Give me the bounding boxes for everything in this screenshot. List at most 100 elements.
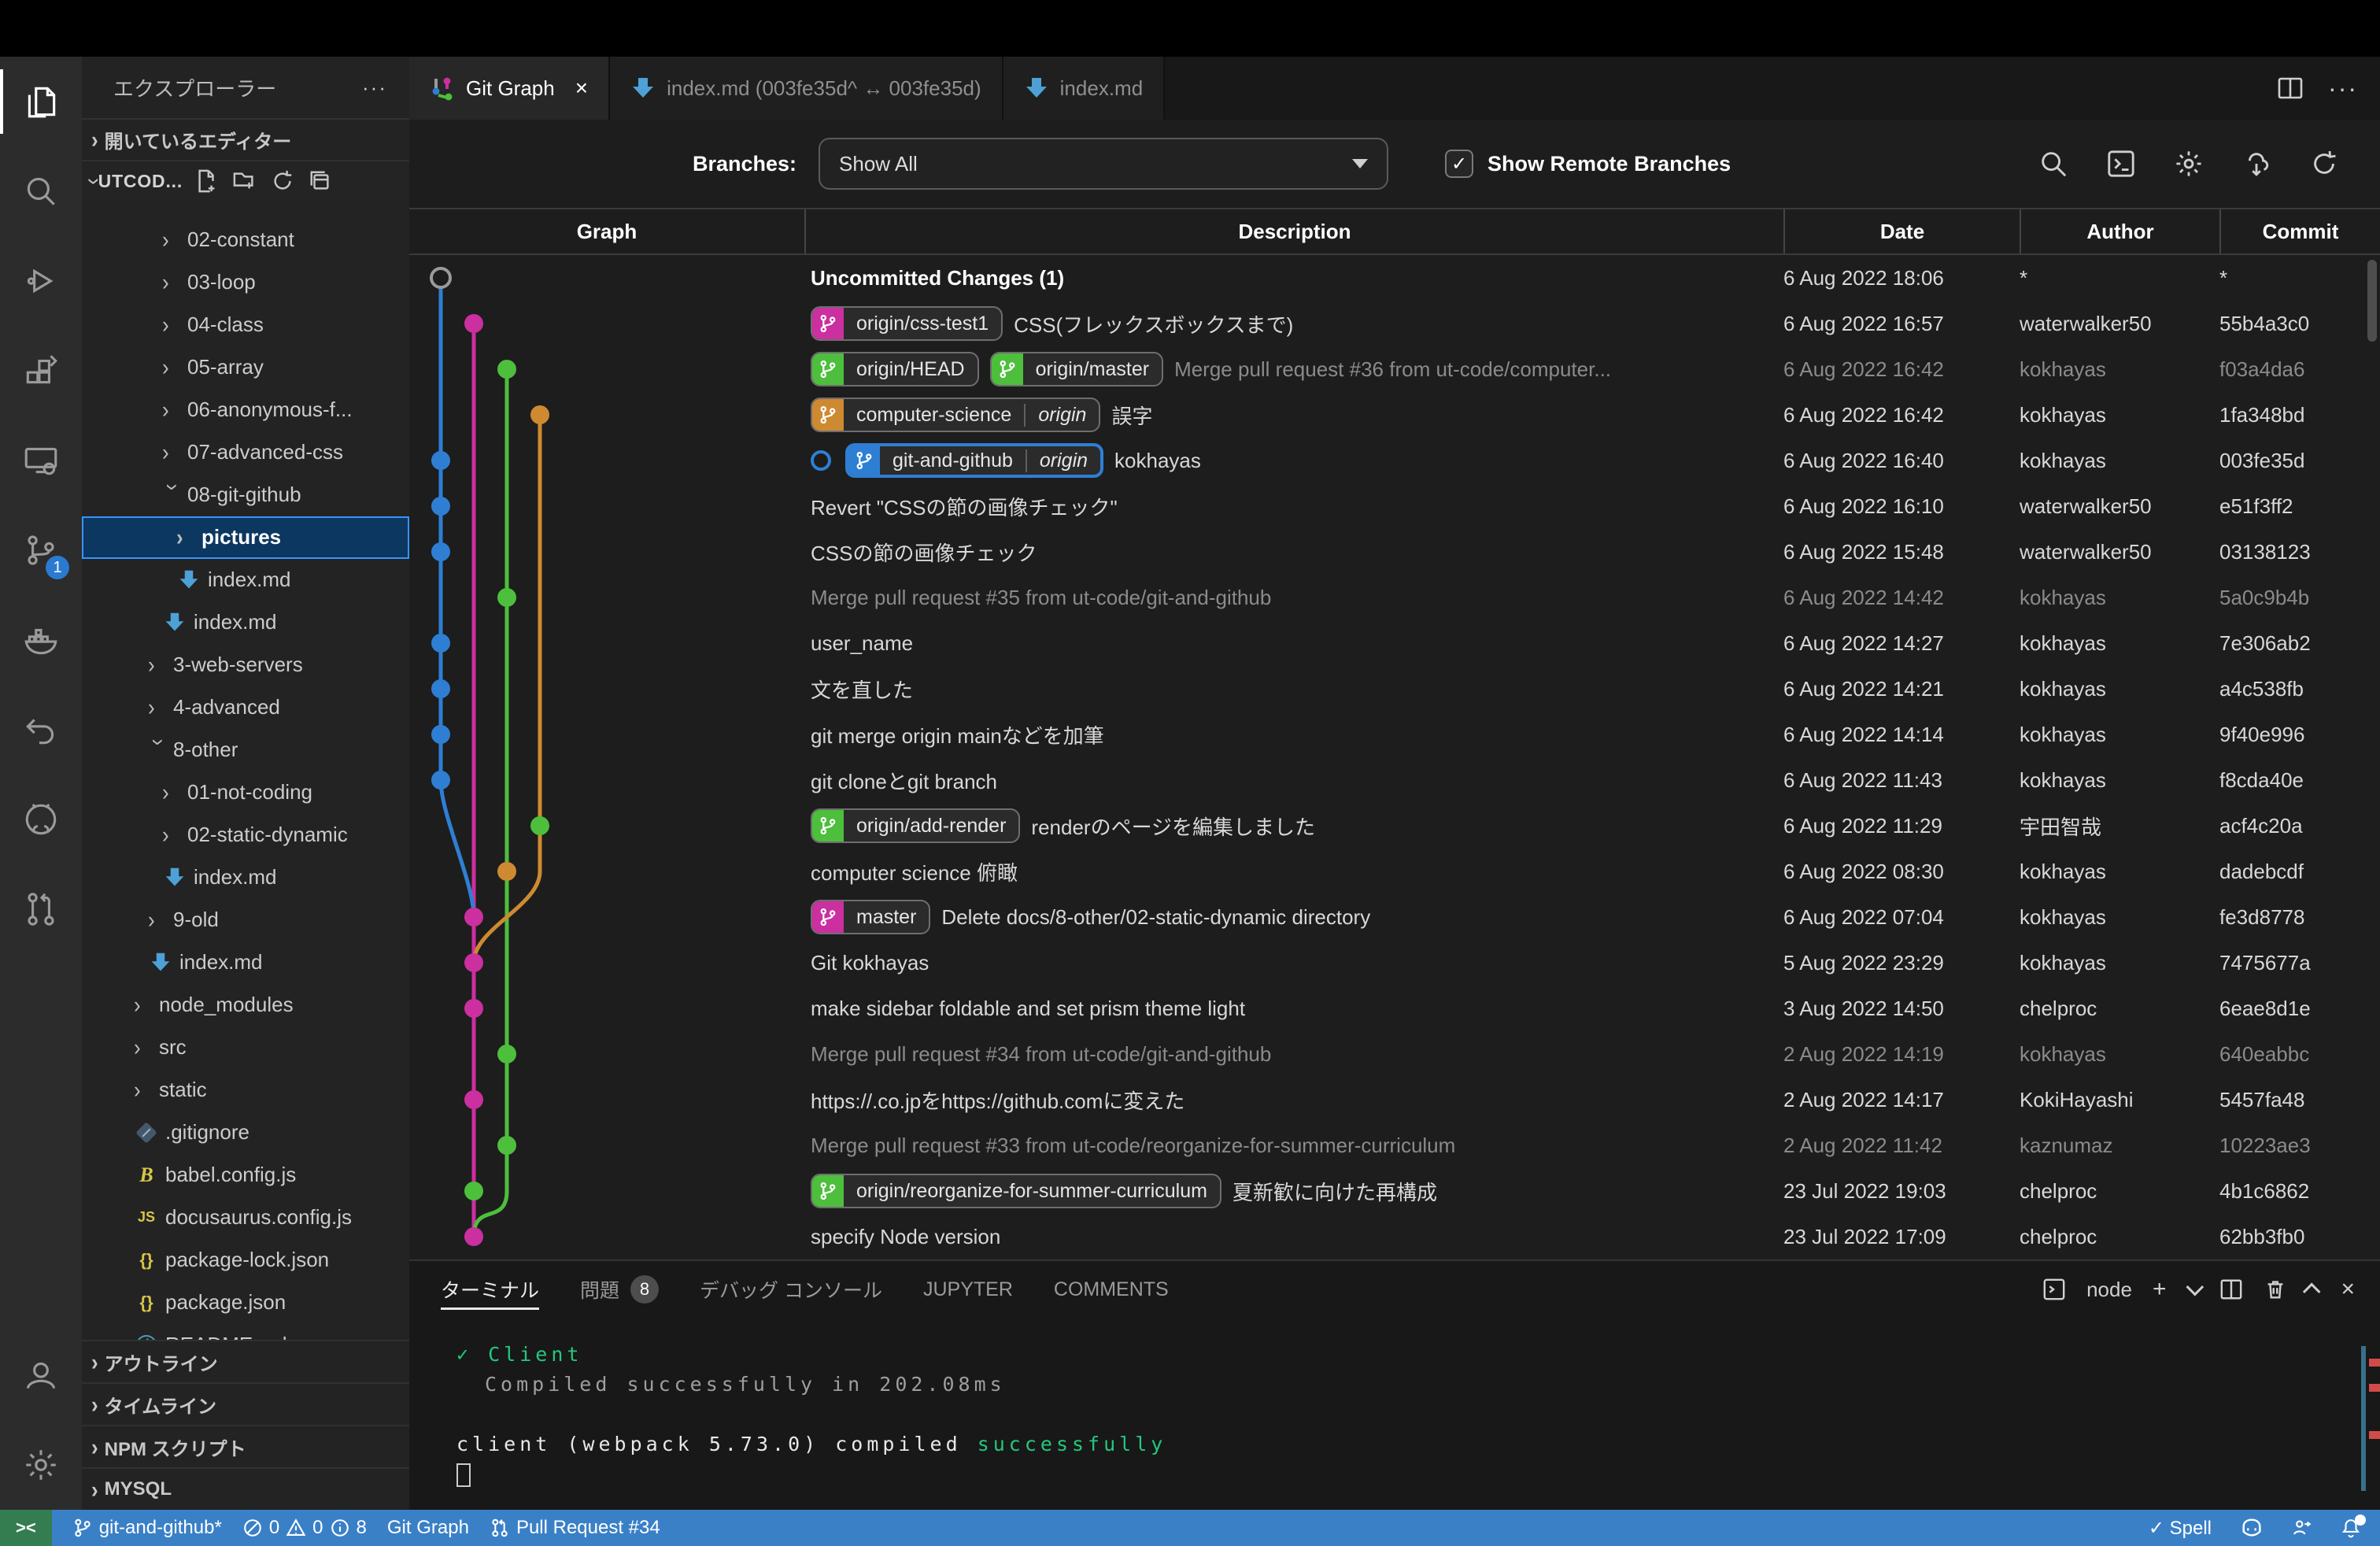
panel-tab-JUPYTER[interactable]: JUPYTER [923, 1261, 1013, 1318]
tree-item-05-array[interactable]: ›05-array [82, 346, 409, 389]
tree-item-index-md[interactable]: index.md [82, 941, 409, 984]
workspace-section-header[interactable]: › UTCOD... [82, 160, 409, 202]
column-header-graph[interactable]: Graph [409, 209, 804, 253]
extensions-activity-item[interactable] [0, 326, 82, 416]
panel-tab-デバッグ-コンソール[interactable]: デバッグ コンソール [700, 1261, 882, 1318]
kill-terminal-icon[interactable] [2264, 1278, 2287, 1301]
column-header-author[interactable]: Author [2020, 209, 2219, 253]
feedback-status-item[interactable] [2292, 1518, 2312, 1538]
shell-label[interactable]: node [2086, 1278, 2132, 1302]
npm-scripts-section[interactable]: ›NPM スクリプト [82, 1425, 409, 1467]
run-debug-activity-item[interactable] [0, 236, 82, 326]
new-folder-icon[interactable] [233, 169, 257, 193]
branch-label[interactable]: git-and-githuborigin [845, 443, 1103, 478]
problems-status-item[interactable]: 0 0 8 [242, 1517, 367, 1539]
tree-item-index-md[interactable]: index.md [82, 856, 409, 899]
copilot-status-item[interactable] [2240, 1516, 2264, 1540]
more-actions-icon[interactable]: ··· [2328, 74, 2358, 103]
branch-status-item[interactable]: git-and-github* [72, 1517, 222, 1539]
remote-explorer-activity-item[interactable] [0, 416, 82, 505]
table-scrollbar[interactable] [2367, 260, 2377, 342]
docker-activity-item[interactable] [0, 595, 82, 685]
terminal-dropdown-icon[interactable] [2186, 1278, 2204, 1296]
tree-item-src[interactable]: ›src [82, 1026, 409, 1069]
tree-item-pictures[interactable]: ›pictures [82, 516, 409, 559]
tree-item-4-advanced[interactable]: ›4-advanced [82, 686, 409, 729]
git-graph-status-item[interactable]: Git Graph [387, 1517, 469, 1539]
branch-label[interactable]: origin/css-test1 [811, 306, 1003, 341]
tree-item-03-loop[interactable]: ›03-loop [82, 261, 409, 304]
tab-index-md[interactable]: index.md [1003, 57, 1166, 120]
tree-item-07-advanced-css[interactable]: ›07-advanced-css [82, 431, 409, 474]
show-remote-branches-checkbox[interactable]: ✓ [1445, 150, 1473, 178]
tree-item-docusaurus-config-js[interactable]: JSdocusaurus.config.js [82, 1196, 409, 1239]
spell-status-item[interactable]: ✓ Spell [2149, 1517, 2212, 1540]
branch-label[interactable]: origin/master [990, 352, 1164, 386]
tree-item-package-json[interactable]: {}package.json [82, 1282, 409, 1324]
tree-item-8-other[interactable]: ›8-other [82, 729, 409, 771]
open-editors-section[interactable]: › 開いているエディター [82, 118, 409, 160]
tree-item-01-inspector[interactable]: ›01-inspector [82, 202, 409, 219]
panel-tab-問題[interactable]: 問題8 [580, 1261, 659, 1318]
account-activity-item[interactable] [0, 1330, 82, 1420]
tree-item-08-git-github[interactable]: ›08-git-github [82, 474, 409, 516]
terminal-scrollbar[interactable] [2361, 1346, 2366, 1491]
tree-item-02-constant[interactable]: ›02-constant [82, 219, 409, 261]
tree-item-index-md[interactable]: index.md [82, 559, 409, 601]
branch-label[interactable]: origin/add-render [811, 808, 1020, 843]
github-activity-item[interactable] [0, 775, 82, 864]
tree-item-index-md[interactable]: index.md [82, 601, 409, 644]
maximize-panel-icon[interactable] [2303, 1283, 2321, 1301]
tab-git-graph[interactable]: Git Graph× [409, 57, 610, 120]
branch-label[interactable]: origin/HEAD [811, 352, 979, 386]
branch-label[interactable]: origin/reorganize-for-summer-curriculum [811, 1174, 1221, 1208]
tree-item-04-class[interactable]: ›04-class [82, 304, 409, 346]
branch-label[interactable]: computer-scienceorigin [811, 398, 1100, 432]
close-panel-icon[interactable]: × [2341, 1276, 2355, 1303]
branches-dropdown[interactable]: Show All [819, 138, 1388, 190]
gear-icon[interactable] [2174, 149, 2204, 179]
tree-item--gitignore[interactable]: .gitignore [82, 1111, 409, 1154]
outline-section[interactable]: ›アウトライン [82, 1340, 409, 1382]
source-control-activity-item[interactable]: 1 [0, 505, 82, 595]
tree-item-static[interactable]: ›static [82, 1069, 409, 1111]
terminal-output[interactable]: ✓ ClientCompiled successfully in 202.08m… [409, 1318, 2380, 1489]
tree-item-3-web-servers[interactable]: ›3-web-servers [82, 644, 409, 686]
explorer-activity-item[interactable] [0, 57, 82, 146]
settings-activity-item[interactable] [0, 1420, 82, 1510]
tree-item-node-modules[interactable]: ›node_modules [82, 984, 409, 1026]
panel-tab-ターミナル[interactable]: ターミナル [441, 1261, 539, 1318]
refresh-icon[interactable] [2309, 149, 2339, 179]
panel-tab-COMMENTS[interactable]: COMMENTS [1054, 1261, 1169, 1318]
split-editor-icon[interactable] [2278, 76, 2303, 101]
collapse-all-icon[interactable] [309, 169, 332, 193]
new-file-icon[interactable] [195, 169, 219, 193]
search-icon[interactable] [2038, 149, 2068, 179]
undo-activity-item[interactable] [0, 685, 82, 775]
pull-request-status-item[interactable]: Pull Request #34 [490, 1517, 660, 1539]
pull-request-activity-item[interactable] [0, 864, 82, 954]
branch-label[interactable]: master [811, 900, 930, 934]
column-header-date[interactable]: Date [1783, 209, 2020, 253]
terminal-icon[interactable] [2106, 149, 2136, 179]
tree-item-06-anonymous-f-[interactable]: ›06-anonymous-f... [82, 389, 409, 431]
column-header-description[interactable]: Description [804, 209, 1783, 253]
notifications-status-item[interactable] [2341, 1518, 2361, 1538]
new-terminal-icon[interactable]: + [2153, 1276, 2167, 1303]
tree-item-01-not-coding[interactable]: ›01-not-coding [82, 771, 409, 814]
tree-item-package-lock-json[interactable]: {}package-lock.json [82, 1239, 409, 1282]
split-terminal-icon[interactable] [2219, 1278, 2243, 1301]
tree-item-readme-md[interactable]: iREADME.md [82, 1324, 409, 1340]
mysql-section[interactable]: ›MYSQL [82, 1467, 409, 1510]
tree-item-9-old[interactable]: ›9-old [82, 899, 409, 941]
cloud-download-icon[interactable] [2241, 149, 2271, 179]
column-header-commit[interactable]: Commit [2219, 209, 2380, 253]
tab-index-md-003fe35d-003fe35d-[interactable]: index.md (003fe35d^ ↔ 003fe35d) [610, 57, 1003, 120]
tree-item-babel-config-js[interactable]: Bbabel.config.js [82, 1154, 409, 1196]
sidebar-more-actions-icon[interactable]: ··· [362, 76, 387, 100]
remote-indicator[interactable]: >< [0, 1510, 52, 1546]
tree-item-02-static-dynamic[interactable]: ›02-static-dynamic [82, 814, 409, 856]
search-activity-item[interactable] [0, 146, 82, 236]
refresh-icon[interactable] [271, 169, 294, 193]
tab-close-icon[interactable]: × [575, 76, 588, 101]
